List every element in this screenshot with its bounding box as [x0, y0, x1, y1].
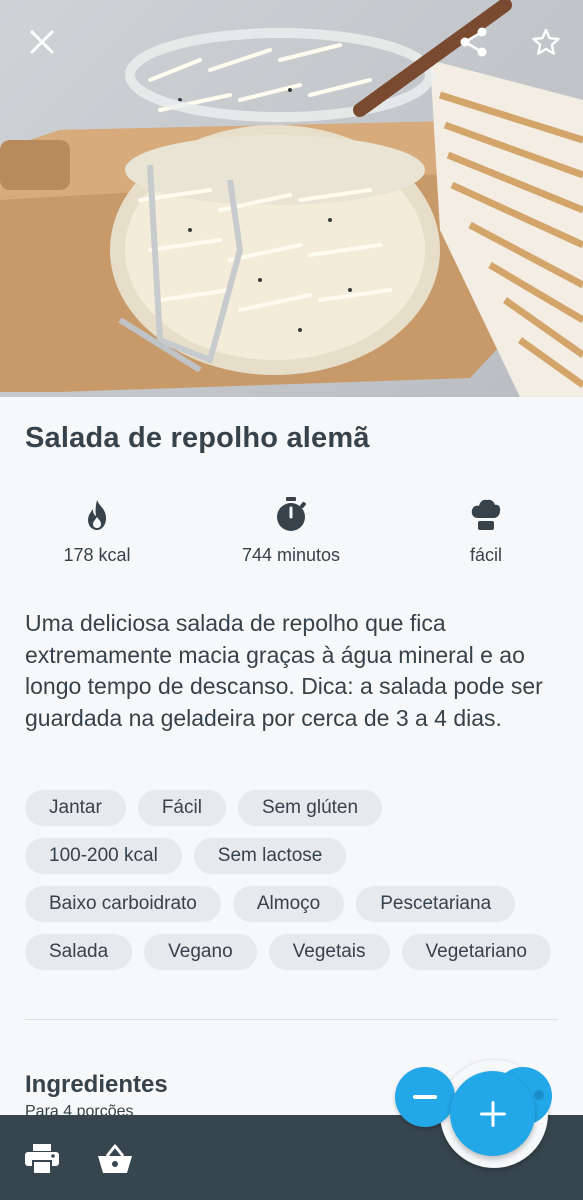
tag-chip[interactable]: Almoço — [232, 886, 345, 922]
favorite-button[interactable] — [522, 18, 570, 66]
tag-chip[interactable]: Salada — [25, 934, 133, 970]
increase-servings-button[interactable] — [450, 1071, 535, 1156]
tag-chip[interactable]: Jantar — [25, 790, 126, 826]
ingredients-title: Ingredientes — [25, 1071, 168, 1098]
tag-chip[interactable]: Baixo carboidrato — [25, 886, 221, 922]
tag-row: Salada Vegano Vegetais Vegetariano — [25, 934, 565, 970]
tag-row: 100-200 kcal Sem lactose — [25, 838, 565, 874]
close-icon — [30, 30, 54, 54]
stat-time: 744 minutos — [201, 495, 381, 566]
tag-chip[interactable]: Pescetariana — [356, 886, 516, 922]
basket-icon — [98, 1144, 132, 1173]
recipe-title: Salada de repolho alemã — [25, 422, 370, 454]
tag-row: Baixo carboidrato Almoço Pescetariana — [25, 886, 565, 922]
tag-chip[interactable]: Fácil — [137, 790, 226, 826]
stopwatch-icon — [277, 497, 307, 531]
flame-icon — [88, 500, 106, 530]
chef-hat-icon — [471, 499, 501, 530]
decrease-servings-button[interactable] — [395, 1067, 455, 1127]
section-divider — [25, 1019, 558, 1020]
close-button[interactable] — [18, 18, 66, 66]
recipe-stats: 178 kcal 744 minutos fácil — [0, 495, 583, 575]
recipe-description: Uma deliciosa salada de repolho que fica… — [25, 610, 543, 731]
stat-difficulty-label: fácil — [469, 545, 502, 565]
tag-chip[interactable]: Vegano — [144, 934, 257, 970]
stat-calories: 178 kcal — [7, 495, 187, 566]
recipe-photo — [0, 0, 583, 397]
star-outline-icon — [532, 28, 560, 55]
shopping-basket-button[interactable] — [91, 1135, 139, 1183]
tag-row: Jantar Fácil Sem glúten — [25, 790, 565, 826]
stat-difficulty: fácil — [396, 495, 576, 566]
recipe-detail-screen: Salada de repolho alemã 178 kcal 744 min… — [0, 0, 583, 1200]
recipe-tags: Jantar Fácil Sem glúten 100-200 kcal Sem… — [25, 790, 565, 982]
tag-chip[interactable]: 100-200 kcal — [25, 838, 182, 874]
print-button[interactable] — [18, 1135, 66, 1183]
share-button[interactable] — [450, 18, 498, 66]
plus-icon — [479, 1100, 506, 1127]
stat-time-label: 744 minutos — [241, 545, 341, 565]
tag-chip[interactable]: Sem glúten — [237, 790, 383, 826]
share-icon — [460, 27, 487, 57]
stat-calories-label: 178 kcal — [63, 545, 131, 565]
tag-chip[interactable]: Vegetais — [268, 934, 390, 970]
minus-icon — [413, 1095, 437, 1099]
tag-chip[interactable]: Vegetariano — [401, 934, 551, 970]
printer-icon — [25, 1144, 59, 1174]
tag-chip[interactable]: Sem lactose — [193, 838, 347, 874]
